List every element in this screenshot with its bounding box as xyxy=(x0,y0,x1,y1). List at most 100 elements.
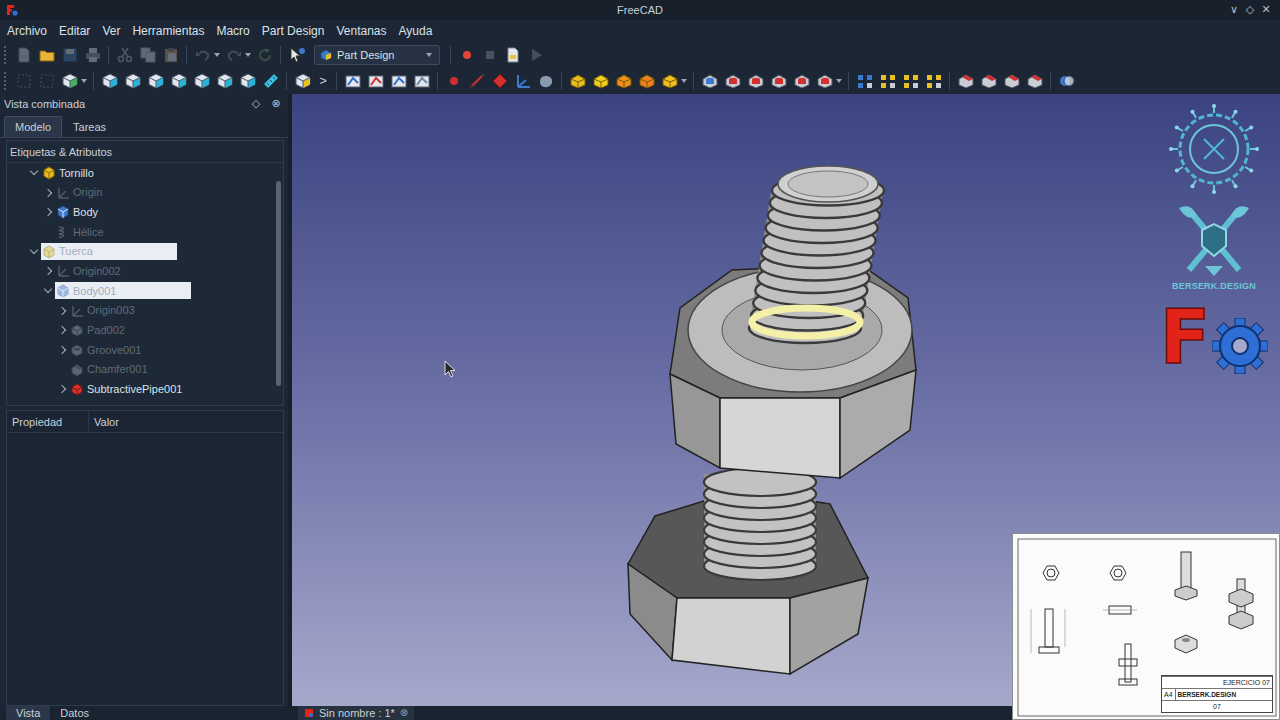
toolbar-button[interactable] xyxy=(465,70,488,92)
tree-item[interactable]: Origin003 xyxy=(7,301,271,321)
chevron-icon[interactable] xyxy=(44,208,52,216)
toolbar-button[interactable] xyxy=(566,70,589,92)
chevron-icon[interactable] xyxy=(58,306,66,314)
chevron-icon[interactable] xyxy=(44,267,52,275)
tree-item[interactable]: Hélice xyxy=(7,222,271,242)
tree-item-label[interactable]: Chamfer001 xyxy=(87,361,148,378)
toolbar-button[interactable] xyxy=(253,44,276,66)
toolbar-button[interactable] xyxy=(159,44,182,66)
float-button[interactable]: ◇ xyxy=(248,96,264,113)
tree-item-label[interactable]: Origin002 xyxy=(73,263,121,280)
panel-tab[interactable]: Vista xyxy=(6,706,50,720)
tree-item-label[interactable]: Body001 xyxy=(73,283,116,300)
expand-toggle[interactable] xyxy=(55,323,69,337)
combo-tab[interactable]: Tareas xyxy=(62,116,117,138)
toolbar-grip[interactable] xyxy=(4,72,9,90)
toolbar-button[interactable] xyxy=(136,44,159,66)
expand-toggle[interactable] xyxy=(55,304,69,318)
dropdown-arrow-icon[interactable] xyxy=(214,53,220,57)
toolbar-button[interactable] xyxy=(285,44,308,66)
toolbar-button[interactable] xyxy=(121,70,144,92)
tree-item[interactable]: Chamfer001 xyxy=(7,360,271,380)
toolbar-button[interactable] xyxy=(58,44,81,66)
dropdown-arrow-icon[interactable] xyxy=(681,79,687,83)
toolbar-button[interactable] xyxy=(259,70,282,92)
chevron-icon[interactable] xyxy=(58,385,66,393)
close-button[interactable]: ⊗ xyxy=(268,96,284,113)
chevron-icon[interactable] xyxy=(58,346,66,354)
tree-item-highlight[interactable]: Tornillo xyxy=(41,164,177,181)
chevron-icon[interactable] xyxy=(44,285,52,293)
tree-item-label[interactable]: Tornillo xyxy=(59,165,94,182)
chevron-icon[interactable] xyxy=(58,326,66,334)
expand-toggle[interactable] xyxy=(27,245,41,259)
minimize-button[interactable]: ∨ xyxy=(1226,2,1242,19)
toolbar-button[interactable] xyxy=(58,70,81,92)
toolbar-button[interactable] xyxy=(534,70,557,92)
tree-item-highlight[interactable]: Groove001 xyxy=(69,342,205,359)
toolbar-button[interactable] xyxy=(524,44,547,66)
tree-item-highlight[interactable]: Pad002 xyxy=(69,322,205,339)
chevron-icon[interactable] xyxy=(30,167,38,175)
expand-toggle[interactable] xyxy=(41,225,55,239)
tree-item-highlight[interactable]: Hélice xyxy=(55,223,191,240)
toolbar-button[interactable] xyxy=(853,70,876,92)
toolbar-button[interactable] xyxy=(236,70,259,92)
panel-tab[interactable]: Datos xyxy=(50,706,99,720)
toolbar-button[interactable] xyxy=(767,70,790,92)
toolbar-button[interactable] xyxy=(191,44,214,66)
document-tab[interactable]: Sin nombre : 1*⊗ xyxy=(298,706,414,720)
property-column-header[interactable]: Valor xyxy=(89,411,119,432)
tree-item[interactable]: Tornillo xyxy=(7,163,271,183)
toolbar-button[interactable] xyxy=(213,70,236,92)
tree-item[interactable]: Groove001 xyxy=(7,340,271,360)
tree-item[interactable]: Body xyxy=(7,202,271,222)
toolbar-button[interactable] xyxy=(455,44,478,66)
tree-item-label[interactable]: SubtractivePipe001 xyxy=(87,381,182,398)
tree-item-label[interactable]: Pad002 xyxy=(87,322,125,339)
toolbar-button[interactable] xyxy=(35,70,58,92)
toolbar-button[interactable] xyxy=(698,70,721,92)
tree-item[interactable]: Pad002 xyxy=(7,321,271,341)
tree-item-label[interactable]: Origin xyxy=(73,184,102,201)
toolbar-button[interactable] xyxy=(977,70,1000,92)
toolbar-button[interactable] xyxy=(954,70,977,92)
toolbar-button[interactable] xyxy=(113,44,136,66)
toolbar-button[interactable] xyxy=(167,70,190,92)
toolbar-button[interactable] xyxy=(813,70,836,92)
tree-item[interactable]: Tuerca xyxy=(7,242,271,262)
toolbar-button[interactable] xyxy=(658,70,681,92)
expand-toggle[interactable] xyxy=(55,363,69,377)
tree-item-highlight[interactable]: Body001 xyxy=(55,282,191,299)
tree-item-highlight[interactable]: Origin003 xyxy=(69,302,205,319)
dropdown-arrow-icon[interactable] xyxy=(836,79,842,83)
toolbar-button[interactable] xyxy=(1055,70,1078,92)
toolbar-button[interactable] xyxy=(721,70,744,92)
toolbar-overflow-button[interactable]: > xyxy=(314,71,332,91)
toolbar-button[interactable] xyxy=(190,70,213,92)
toolbar-button[interactable] xyxy=(635,70,658,92)
toolbar-button[interactable] xyxy=(1000,70,1023,92)
expand-toggle[interactable] xyxy=(41,284,55,298)
tree-item-label[interactable]: Tuerca xyxy=(59,243,93,260)
property-column-header[interactable]: Propiedad xyxy=(7,411,89,432)
toolbar-button[interactable] xyxy=(501,44,524,66)
expand-toggle[interactable] xyxy=(41,264,55,278)
menu-item[interactable]: Ayuda xyxy=(393,20,439,42)
toolbar-button[interactable] xyxy=(12,44,35,66)
toolbar-button[interactable] xyxy=(478,44,501,66)
tree-item[interactable]: SubtractivePipe001 xyxy=(7,380,271,400)
toolbar-button[interactable] xyxy=(922,70,945,92)
expand-toggle[interactable] xyxy=(41,205,55,219)
tree-item-label[interactable]: Groove001 xyxy=(87,342,141,359)
combo-tab[interactable]: Modelo xyxy=(4,116,62,138)
close-button[interactable]: ✕ xyxy=(1258,2,1274,19)
menu-item[interactable]: Macro xyxy=(210,20,255,42)
toolbar-button[interactable] xyxy=(511,70,534,92)
toolbar-grip[interactable] xyxy=(4,46,9,64)
tree-item-highlight[interactable]: Origin xyxy=(55,184,191,201)
toolbar-button[interactable] xyxy=(1023,70,1046,92)
tree-item-highlight[interactable]: Chamfer001 xyxy=(69,361,205,378)
toolbar-button[interactable] xyxy=(12,70,35,92)
toolbar-button[interactable] xyxy=(876,70,899,92)
